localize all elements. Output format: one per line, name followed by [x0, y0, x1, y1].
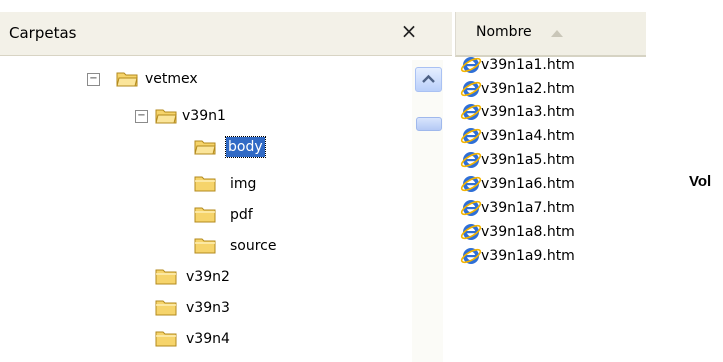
tree-item-label-selected: body	[225, 136, 266, 158]
internet-explorer-icon	[460, 57, 482, 73]
tree-item-label: v39n2	[186, 269, 230, 285]
internet-explorer-icon	[460, 152, 482, 168]
tree-item-label: img	[230, 176, 257, 192]
file-name: v39n1a1.htm	[481, 57, 575, 73]
collapse-icon[interactable]: −	[135, 110, 148, 123]
file-name: v39n1a2.htm	[481, 81, 575, 97]
chevron-up-icon	[422, 74, 435, 83]
tree-item-v39n4[interactable]: v39n4	[0, 327, 400, 351]
collapse-icon[interactable]: −	[87, 73, 100, 86]
tree-item-v39n3[interactable]: v39n3	[0, 296, 400, 320]
partial-side-label: Vol	[689, 173, 712, 190]
close-icon[interactable]: ×	[399, 20, 419, 42]
file-name: v39n1a3.htm	[481, 104, 575, 120]
tree-item-label: source	[230, 238, 277, 254]
vertical-scrollbar[interactable]	[412, 60, 443, 362]
files-pane: Nombre v39n1a1.htm v39n1a2.htm v39n1a3.h…	[455, 0, 723, 362]
folder-icon	[194, 207, 216, 223]
tree-item-vetmex[interactable]: − vetmex	[0, 67, 400, 91]
folder-icon	[155, 300, 177, 316]
folder-icon	[155, 269, 177, 285]
internet-explorer-icon	[460, 200, 482, 216]
column-header-label: Nombre	[476, 24, 532, 40]
column-header-name[interactable]: Nombre	[455, 12, 646, 57]
scroll-thumb[interactable]	[416, 117, 442, 131]
folder-icon	[194, 238, 216, 254]
folders-pane-title: Carpetas	[9, 24, 77, 42]
tree-item-label: v39n3	[186, 300, 230, 316]
folder-open-icon	[155, 109, 177, 124]
internet-explorer-icon	[460, 128, 482, 144]
tree-item-body[interactable]: body	[0, 135, 400, 159]
internet-explorer-icon	[460, 248, 482, 264]
folders-pane: Carpetas × − vetmex − v39n1 body img pdf…	[0, 0, 455, 362]
folder-open-icon	[116, 72, 138, 87]
scroll-up-button[interactable]	[415, 67, 442, 92]
tree-item-pdf[interactable]: pdf	[0, 203, 400, 227]
tree-item-label: vetmex	[145, 71, 198, 87]
internet-explorer-icon	[460, 81, 482, 97]
file-name: v39n1a7.htm	[481, 200, 575, 216]
file-name: v39n1a5.htm	[481, 152, 575, 168]
folder-icon	[194, 176, 216, 192]
tree-item-source[interactable]: source	[0, 234, 400, 258]
tree-item-label: pdf	[230, 207, 253, 223]
file-name: v39n1a8.htm	[481, 224, 575, 240]
internet-explorer-icon	[460, 224, 482, 240]
file-name: v39n1a6.htm	[481, 176, 575, 192]
folder-icon	[155, 331, 177, 347]
folder-open-icon	[194, 140, 216, 155]
file-name: v39n1a9.htm	[481, 248, 575, 264]
tree-item-v39n1[interactable]: − v39n1	[0, 104, 400, 128]
sort-ascending-icon	[551, 30, 563, 37]
tree-item-v39n2[interactable]: v39n2	[0, 265, 400, 289]
file-name: v39n1a4.htm	[481, 128, 575, 144]
tree-item-label: v39n4	[186, 331, 230, 347]
internet-explorer-icon	[460, 104, 482, 120]
internet-explorer-icon	[460, 176, 482, 192]
tree-item-img[interactable]: img	[0, 172, 400, 196]
tree-item-label: v39n1	[182, 108, 226, 124]
folders-pane-header: Carpetas ×	[0, 12, 452, 56]
